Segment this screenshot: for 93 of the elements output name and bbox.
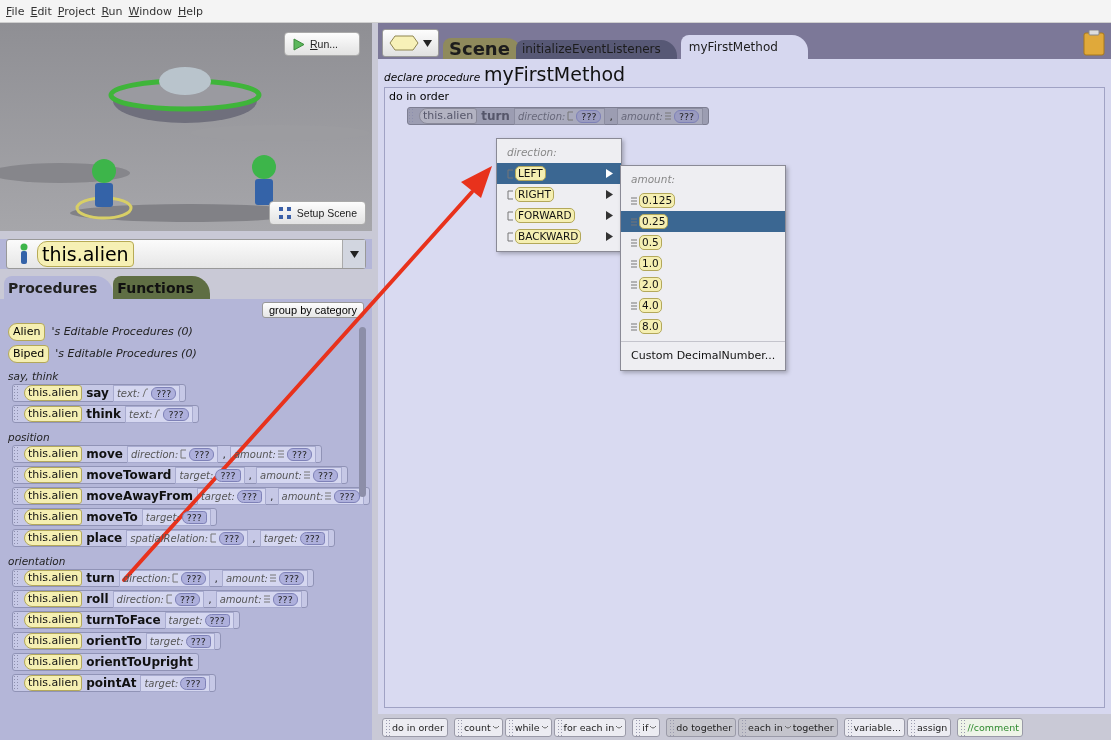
menu-title: direction: [506, 145, 558, 160]
type-tile[interactable]: Biped [8, 344, 50, 363]
control-tile[interactable]: //comment [957, 717, 1023, 737]
control-tile[interactable]: each in together [738, 717, 838, 737]
number-icon [325, 491, 333, 501]
menu-item[interactable]: 4.0 [621, 295, 785, 316]
number-icon [631, 237, 638, 248]
type-selector[interactable] [382, 29, 439, 57]
menu-item[interactable]: File [6, 4, 25, 18]
menu-item[interactable]: 0.5 [621, 232, 785, 253]
control-tile[interactable]: do together [666, 717, 737, 737]
menu-item[interactable]: Window [128, 4, 172, 18]
quote-icon [142, 388, 150, 398]
section-label: 's Editable Procedures (0) [55, 347, 197, 360]
control-tile[interactable]: for each in [553, 717, 627, 737]
menu-item[interactable]: 8.0 [621, 316, 785, 337]
bracket-icon [180, 449, 188, 459]
procedure-tile[interactable]: this.alien moveAwayFrom target: ??? , amount: ??? [12, 487, 370, 505]
number-icon [631, 258, 638, 269]
figure-icon [19, 243, 29, 265]
menu-item[interactable]: 0.125 [621, 190, 785, 211]
hexagon-icon [389, 35, 419, 51]
procedure-tile[interactable]: this.alien orientTo target: ??? [12, 632, 221, 650]
submenu-arrow-icon [606, 232, 613, 241]
bracket-icon [166, 594, 173, 604]
procedure-tile[interactable]: this.alien moveToward target: ??? , amount: ??? [12, 466, 349, 484]
number-icon [631, 279, 638, 290]
dropdown-icon [423, 39, 432, 47]
control-tile[interactable]: while [504, 717, 552, 737]
bracket-icon [507, 210, 514, 221]
number-icon [303, 470, 311, 480]
number-icon [664, 111, 672, 121]
number-icon [631, 300, 638, 311]
number-icon [277, 449, 285, 459]
ghost-statement[interactable]: this.alien turn direction: ??? , amount: ??? [407, 107, 710, 125]
setup-scene-button[interactable]: Setup Scene [268, 201, 366, 225]
declare-label: declare procedure [384, 71, 481, 83]
procedure-tile[interactable]: this.alien turnToFace target: ??? [12, 611, 240, 629]
menu-item[interactable]: FORWARD [497, 205, 621, 226]
run-button[interactable]: Run... [284, 32, 360, 56]
menu-item[interactable]: Edit [30, 4, 52, 18]
menu-item[interactable]: BACKWARD [497, 226, 621, 247]
bracket-icon [172, 573, 180, 583]
tab[interactable]: Procedures [4, 276, 114, 299]
clipboard-icon [1083, 30, 1105, 56]
bracket-icon [507, 189, 514, 200]
bracket-icon [507, 168, 514, 179]
number-icon [263, 594, 271, 604]
category-label: position [8, 431, 51, 443]
number-icon [631, 321, 638, 332]
control-tile[interactable]: if [632, 717, 661, 737]
menu-title: amount: [630, 172, 677, 187]
bracket-icon [210, 533, 218, 543]
control-tile[interactable]: count [453, 717, 503, 737]
bracket-icon [507, 231, 514, 242]
method-name: myFirstMethod [484, 63, 626, 85]
procedure-tile[interactable]: this.alien roll direction: ??? , amount: ??? [12, 590, 308, 608]
object-selector[interactable]: this.alien [6, 239, 366, 269]
menu-item[interactable]: 2.0 [621, 274, 785, 295]
number-icon [631, 216, 638, 227]
submenu-arrow-icon [606, 190, 613, 199]
block-label: do in order [389, 90, 451, 103]
menu-item[interactable]: LEFT [497, 163, 621, 184]
number-icon [269, 573, 277, 583]
type-tile[interactable]: Alien [8, 322, 46, 341]
category-label: say, think [8, 370, 60, 382]
menu-item[interactable]: Project [57, 4, 96, 18]
procedure-tile[interactable]: this.alien pointAt target: ??? [12, 674, 216, 692]
menu-item[interactable]: Run [101, 4, 123, 18]
procedure-tile[interactable]: this.alien think text: ??? [12, 405, 199, 423]
control-tile[interactable]: do in order [382, 717, 448, 737]
menu-item[interactable]: RIGHT [497, 184, 621, 205]
submenu-arrow-icon [606, 169, 613, 178]
procedure-tile[interactable]: this.alien orientToUpright [12, 653, 199, 671]
section-label: 's Editable Procedures (0) [51, 325, 193, 338]
control-tile[interactable]: variable... [843, 717, 905, 737]
procedure-tile[interactable]: this.alien moveTo target: ??? [12, 508, 217, 526]
menu-item[interactable]: Custom DecimalNumber... [621, 345, 785, 366]
group-by-button[interactable]: group by category [261, 302, 364, 318]
corners-icon [277, 206, 292, 220]
category-label: orientation [8, 555, 67, 567]
play-icon [293, 37, 305, 51]
dropdown-icon [349, 250, 359, 258]
submenu-arrow-icon [606, 211, 613, 220]
control-tile[interactable]: assign [906, 717, 952, 737]
number-icon [631, 195, 638, 206]
tab[interactable]: myFirstMethod [680, 35, 808, 59]
procedure-tile[interactable]: this.alien say text: ??? [12, 384, 187, 402]
menu-item[interactable]: 1.0 [621, 253, 785, 274]
menu-item[interactable]: 0.25 [621, 211, 785, 232]
menu-item[interactable]: Help [177, 4, 203, 18]
quote-icon [154, 409, 162, 419]
bracket-icon [567, 111, 575, 121]
